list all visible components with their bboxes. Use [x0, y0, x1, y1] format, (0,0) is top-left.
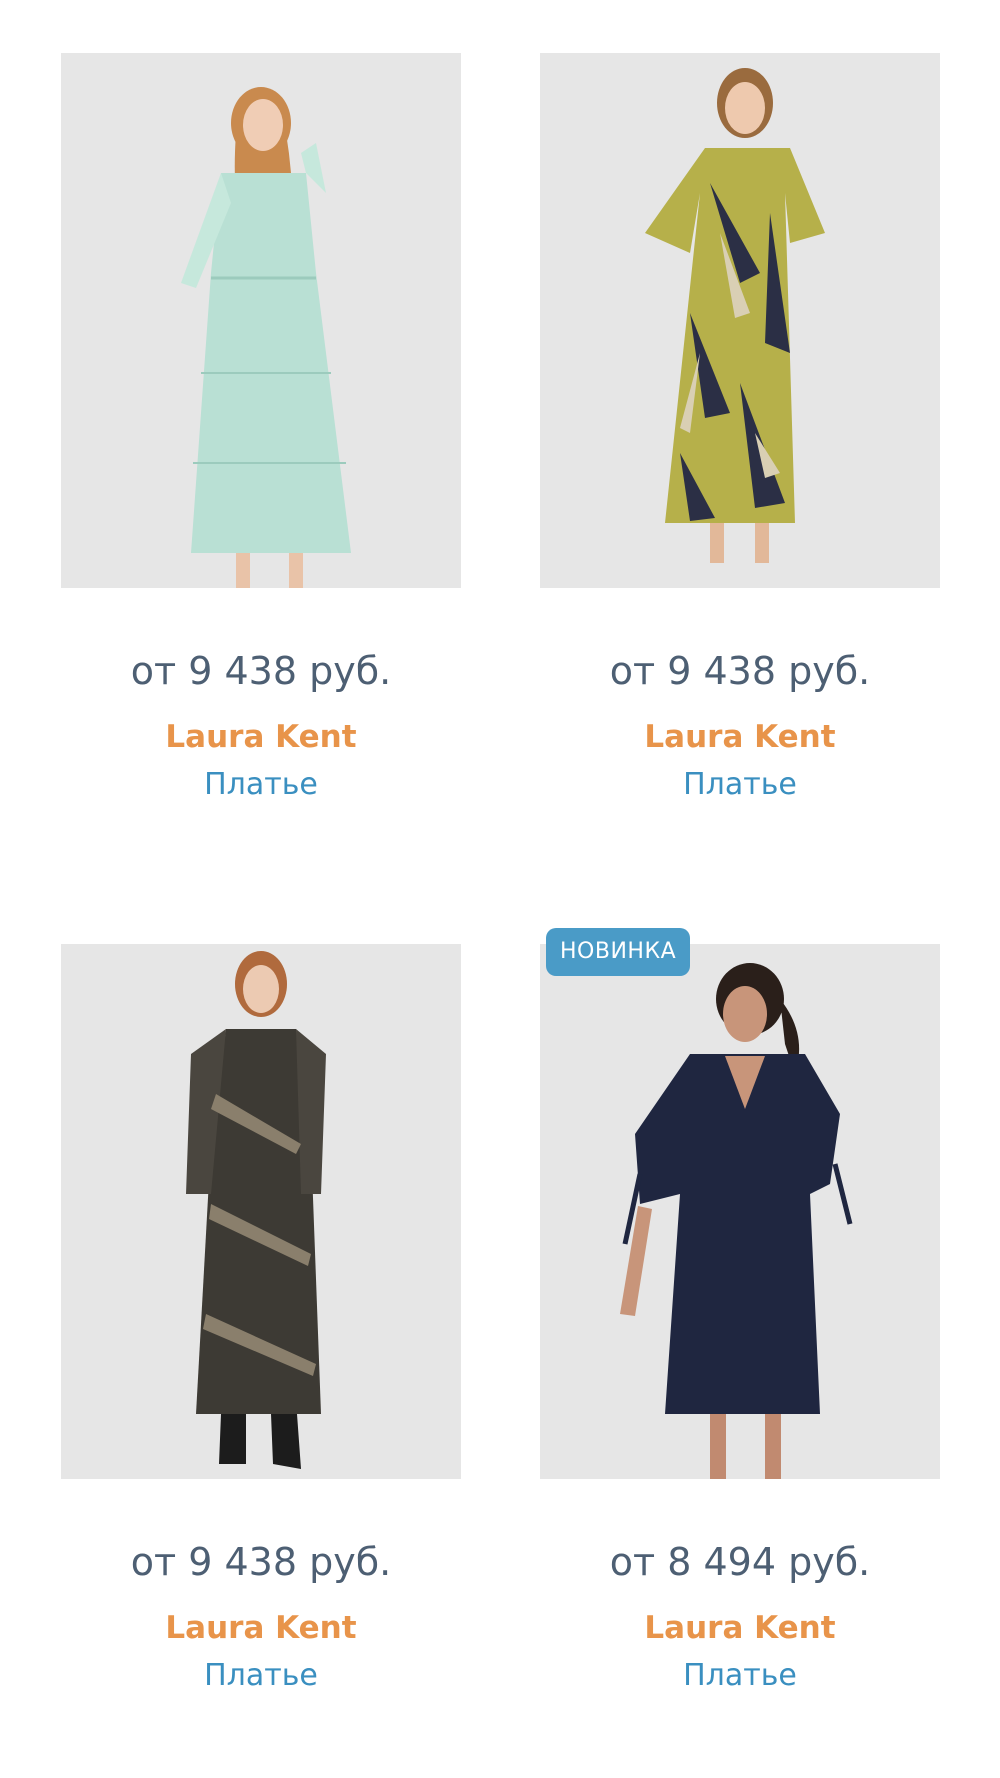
product-brand[interactable]: Laura Kent: [61, 717, 461, 757]
product-price: от 9 438 руб.: [130, 1540, 392, 1584]
new-badge: НОВИНКА: [546, 928, 691, 976]
dark-maxi-dress-image: [186, 951, 326, 1469]
product-type-link[interactable]: Платье: [61, 765, 461, 805]
product-price: от 9 438 руб.: [609, 649, 871, 693]
product-brand[interactable]: Laura Kent: [540, 1608, 940, 1648]
product-type-link[interactable]: Платье: [61, 1656, 461, 1696]
product-photo[interactable]: [540, 944, 940, 1479]
product-grid: от 9 438 руб. Laura Kent Платье от 9 438…: [0, 0, 1000, 1778]
navy-dress-image: [620, 963, 853, 1479]
product-type-link[interactable]: Платье: [540, 765, 940, 805]
product-photo[interactable]: [61, 944, 461, 1479]
olive-print-dress-image: [645, 68, 825, 563]
product-brand[interactable]: Laura Kent: [61, 1608, 461, 1648]
mint-dress-image: [181, 87, 351, 588]
product-type-link[interactable]: Платье: [540, 1656, 940, 1696]
product-price: от 9 438 руб.: [130, 649, 392, 693]
product-photo[interactable]: [540, 53, 940, 588]
product-photo[interactable]: [61, 53, 461, 588]
product-price: от 8 494 руб.: [609, 1540, 871, 1584]
product-brand[interactable]: Laura Kent: [540, 717, 940, 757]
